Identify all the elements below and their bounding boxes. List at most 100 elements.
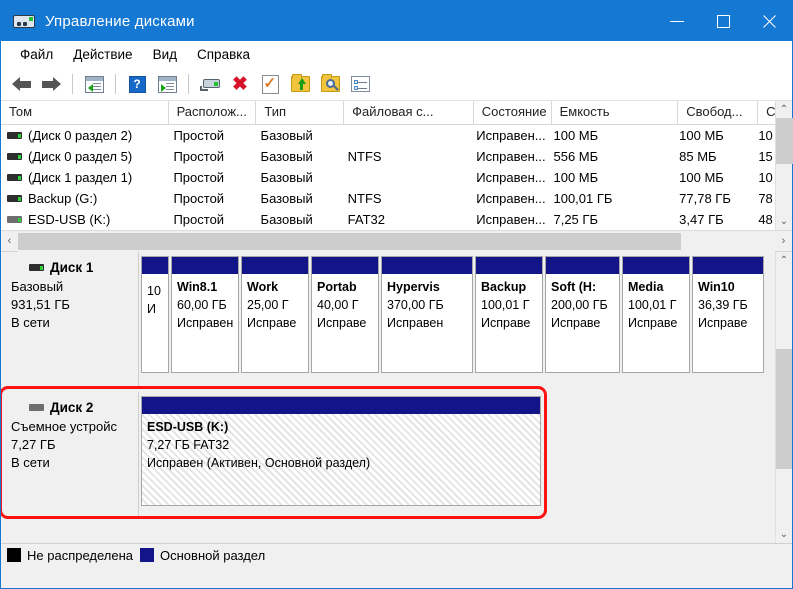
partition-name: Win8.1 (177, 280, 218, 294)
partition-block[interactable]: 10 И (141, 256, 169, 373)
scroll-thumb[interactable] (775, 349, 792, 469)
column-header-status[interactable]: Состояние (474, 101, 552, 124)
menu-view[interactable]: Вид (144, 43, 186, 66)
menu-action[interactable]: Действие (64, 43, 141, 66)
graphical-view-pane: Диск 1 Базовый 931,51 ГБ В сети 10 И Win… (1, 252, 792, 543)
search-folder-icon[interactable] (317, 72, 343, 96)
scroll-down-icon[interactable]: ⌄ (776, 213, 793, 230)
menu-help[interactable]: Справка (188, 43, 259, 66)
cell-filesystem: NTFS (347, 191, 382, 206)
cell-layout: Простой (173, 170, 225, 185)
partition-status: Исправе (628, 316, 678, 330)
table-row[interactable]: ESD-USB (K:) Простой Базовый FAT32 Испра… (1, 209, 792, 230)
close-button[interactable] (746, 1, 792, 41)
table-row[interactable]: (Диск 1 раздел 1) Простой Базовый Исправ… (1, 167, 792, 188)
column-header-volume[interactable]: Том (1, 101, 169, 124)
partition-body: 10 И (142, 274, 168, 372)
cell-status: Исправен... (476, 128, 546, 143)
volume-list-header: Том Располож... Тип Файловая с... Состоя… (1, 101, 793, 125)
scroll-up-icon[interactable]: ⌃ (776, 101, 793, 118)
table-row[interactable]: (Диск 0 раздел 5) Простой Базовый NTFS И… (1, 146, 792, 167)
partition-name: Hypervis (387, 280, 440, 294)
graphical-view-vertical-scrollbar[interactable]: ⌃ ⌄ (775, 252, 792, 543)
cell-layout: Простой (173, 128, 225, 143)
minimize-button[interactable] (654, 1, 700, 41)
cell-volume: (Диск 0 раздел 5) (28, 149, 133, 164)
scroll-track[interactable] (775, 269, 792, 526)
disk-panel-2[interactable]: Диск 2 Съемное устройс 7,27 ГБ В сети ES… (3, 392, 775, 516)
toolbar-separator-1 (72, 74, 73, 94)
partition-color-bar (172, 257, 238, 274)
partition-block[interactable]: Work 25,00 Г Исправе (241, 256, 309, 373)
column-header-capacity[interactable]: Емкость (552, 101, 679, 124)
partition-size: 25,00 Г (247, 298, 289, 312)
status-bar (1, 566, 792, 588)
properties-list-icon[interactable] (347, 72, 373, 96)
column-header-layout[interactable]: Располож... (169, 101, 257, 124)
volume-list-pane: Том Располож... Тип Файловая с... Состоя… (1, 101, 793, 252)
disk-panel-1[interactable]: Диск 1 Базовый 931,51 ГБ В сети 10 И Win… (3, 252, 775, 386)
help-icon[interactable]: ? (124, 72, 150, 96)
cell-type: Базовый (260, 149, 313, 164)
partition-name: Soft (H: (551, 280, 597, 294)
scroll-down-icon[interactable]: ⌄ (776, 526, 793, 543)
show-hide-console-tree-icon[interactable] (81, 72, 107, 96)
table-row[interactable]: (Диск 0 раздел 2) Простой Базовый Исправ… (1, 125, 792, 146)
scroll-up-icon[interactable]: ⌃ (776, 252, 793, 269)
scroll-track[interactable] (775, 118, 793, 213)
forward-arrow-icon[interactable] (38, 72, 64, 96)
partition-color-bar (546, 257, 619, 274)
disk-icon (29, 264, 44, 271)
cell-free: 3,47 ГБ (679, 212, 724, 227)
scroll-left-icon[interactable]: ‹ (1, 235, 18, 247)
volume-list-vertical-scrollbar[interactable]: ⌃ ⌄ (775, 101, 793, 230)
delete-icon[interactable]: ✖ (227, 72, 253, 96)
check-volume-icon[interactable] (257, 72, 283, 96)
partition-block[interactable]: Portab 40,00 Г Исправе (311, 256, 379, 373)
partition-block[interactable]: Backup 100,01 Г Исправе (475, 256, 543, 373)
partition-name: ESD-USB (K:) (147, 420, 229, 434)
cell-volume: ESD-USB (K:) (28, 212, 111, 227)
scroll-thumb[interactable] (18, 232, 681, 250)
cell-type: Базовый (260, 128, 313, 143)
disk-name: Диск 1 (50, 260, 94, 275)
volume-icon (7, 216, 22, 223)
partition-body: Win8.1 60,00 ГБ Исправен (172, 274, 238, 372)
partition-block[interactable]: Win8.1 60,00 ГБ Исправен (171, 256, 239, 373)
column-header-type[interactable]: Тип (256, 101, 345, 124)
cell-status: Исправен... (476, 170, 546, 185)
cell-volume: (Диск 1 раздел 1) (28, 170, 133, 185)
cell-free: 77,78 ГБ (679, 191, 731, 206)
partition-status: Исправе (481, 316, 531, 330)
partition-block[interactable]: Soft (H: 200,00 ГБ Исправе (545, 256, 620, 373)
partition-size: 100,01 Г (481, 298, 530, 312)
maximize-button[interactable] (700, 1, 746, 41)
graphical-view-content: Диск 1 Базовый 931,51 ГБ В сети 10 И Win… (1, 252, 775, 543)
menu-file[interactable]: Файл (11, 43, 62, 66)
show-hide-action-pane-icon[interactable] (154, 72, 180, 96)
disk-status: В сети (11, 315, 50, 330)
partition-status: Исправен (387, 316, 444, 330)
partition-block[interactable]: Media 100,01 Г Исправе (622, 256, 690, 373)
partition-body: Backup 100,01 Г Исправе (476, 274, 542, 372)
partition-body: Portab 40,00 Г Исправе (312, 274, 378, 372)
back-arrow-icon[interactable] (8, 72, 34, 96)
cell-volume: (Диск 0 раздел 2) (28, 128, 133, 143)
column-header-filesystem[interactable]: Файловая с... (344, 101, 474, 124)
export-folder-icon[interactable] (287, 72, 313, 96)
partition-block[interactable]: Win10 36,39 ГБ Исправе (692, 256, 764, 373)
partition-size: 370,00 ГБ (387, 298, 444, 312)
partition-block[interactable]: Hypervis 370,00 ГБ Исправен (381, 256, 473, 373)
column-header-free[interactable]: Свобод... (678, 101, 759, 124)
scroll-track[interactable] (18, 230, 775, 252)
partition-block[interactable]: ESD-USB (K:) 7,27 ГБ FAT32 Исправен (Акт… (141, 396, 541, 506)
cell-free: 100 МБ (679, 170, 724, 185)
scroll-right-icon[interactable]: › (775, 235, 792, 247)
table-row[interactable]: Backup (G:) Простой Базовый NTFS Исправе… (1, 188, 792, 209)
cell-volume: Backup (G:) (28, 191, 98, 206)
disk-properties-icon[interactable] (197, 72, 223, 96)
scroll-thumb[interactable] (775, 118, 793, 164)
volume-list-horizontal-scrollbar[interactable]: ‹ › (1, 230, 792, 252)
disk-info-1: Диск 1 Базовый 931,51 ГБ В сети (3, 252, 139, 386)
legend-swatch-primary-icon (140, 548, 155, 562)
